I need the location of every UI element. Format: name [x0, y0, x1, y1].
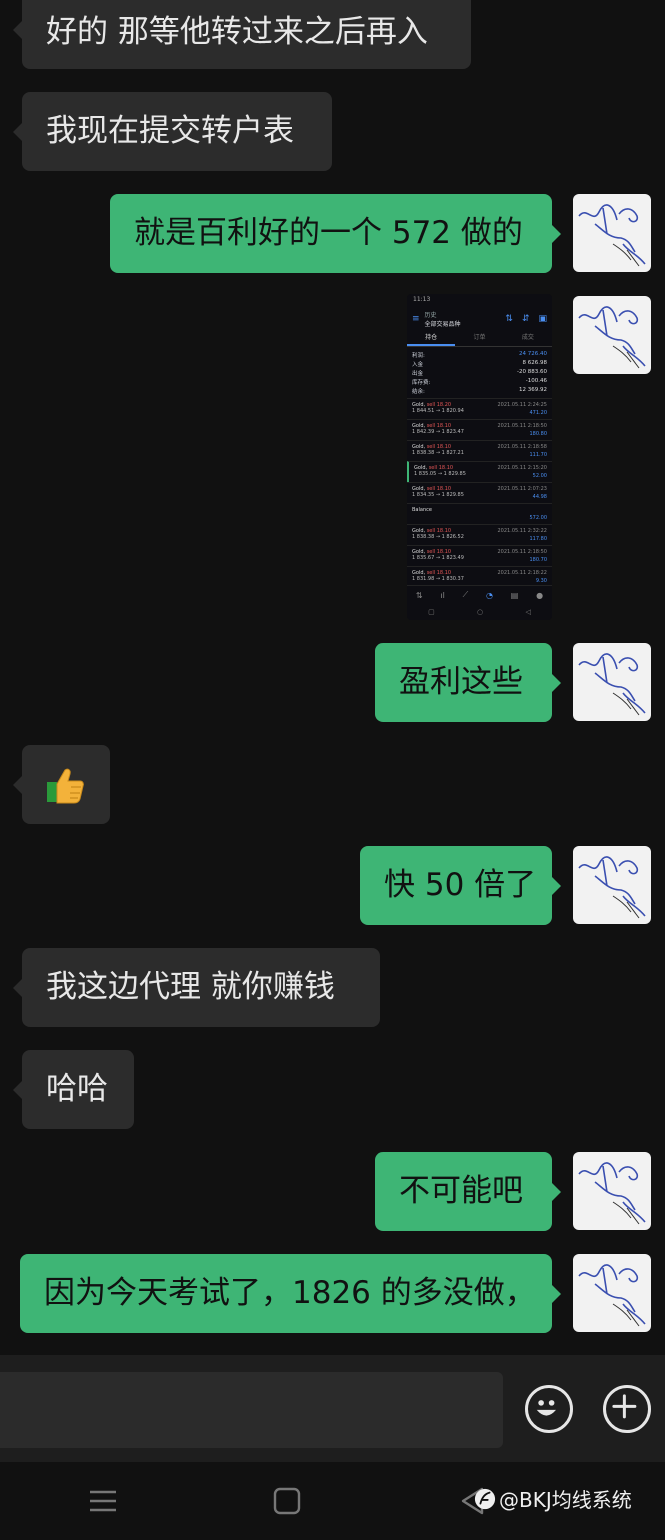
message-bubble-incoming[interactable]: 我现在提交转户表	[13, 92, 332, 171]
deal-row: Gold, sell 18.10 1 838.38 → 1 826.52 202…	[407, 524, 552, 545]
watermark: @BKJ均线系统	[474, 1484, 632, 1513]
deal-row: Gold, sell 18.10 1 834.35 → 1 829.85 202…	[407, 482, 552, 503]
user-avatar[interactable]	[573, 1152, 651, 1230]
deal-row: Gold, sell 18.20 1 844.51 → 1 820.94 202…	[407, 398, 552, 419]
deal-row: Gold, sell 18.10 1 838.38 → 1 827.21 202…	[407, 440, 552, 461]
signature-avatar-icon	[578, 1162, 646, 1225]
watermark-text: @BKJ均线系统	[499, 1488, 632, 1512]
deal-row: Gold, sell 18.10 1 835.67 → 1 823.49 202…	[407, 545, 552, 566]
deal-row: Gold, sell 18.10 1 831.98 → 1 830.37 202…	[407, 566, 552, 587]
signature-avatar-icon	[578, 856, 646, 919]
message-text: 不可能吧	[399, 1173, 523, 1209]
status-bar: 11:13	[413, 296, 431, 303]
screenshot-system-nav: ▢ ○ ◁	[428, 608, 531, 616]
user-avatar[interactable]	[573, 296, 651, 374]
user-avatar[interactable]	[573, 1254, 651, 1332]
message-bubble-outgoing[interactable]: 不可能吧	[375, 1152, 561, 1231]
thumbs-up-icon	[45, 766, 85, 806]
message-text: 就是百利好的一个 572 做的	[134, 215, 523, 251]
user-avatar[interactable]	[573, 194, 651, 272]
screenshot-tabs: 持仓 订单 成交	[407, 332, 552, 347]
plus-icon	[612, 1394, 637, 1419]
message-input[interactable]	[0, 1372, 503, 1448]
message-text: 因为今天考试了，1826 的多没做，	[44, 1275, 536, 1311]
deal-row: Balance 572.00	[407, 503, 552, 524]
message-bubble-incoming[interactable]: 我这边代理 就你赚钱	[13, 948, 380, 1027]
message-bubble-incoming[interactable]: 哈哈	[13, 1050, 134, 1129]
message-text: 我现在提交转户表	[46, 113, 294, 149]
signature-avatar-icon	[578, 204, 646, 267]
message-text: 我这边代理 就你赚钱	[46, 969, 335, 1005]
message-bubble-outgoing[interactable]: 就是百利好的一个 572 做的	[110, 194, 561, 273]
message-text: 好的 那等他转过来之后再入	[46, 14, 428, 50]
message-text: 盈利这些	[399, 664, 523, 700]
message-text: 哈哈	[46, 1071, 108, 1107]
trade-history-screenshot[interactable]: 11:13 ≡ 历史 全部交易品种 ⇅ ⇵ ▣ 持仓 订单 成交 利润: 24 726…	[407, 294, 552, 620]
message-bubble-outgoing[interactable]: 盈利这些	[375, 643, 561, 722]
message-text: 快 50 倍了	[384, 867, 537, 903]
message-bubble-outgoing[interactable]: 快 50 倍了	[360, 846, 561, 925]
summary-block: 利润: 24 726.40 入金 8 626.98 出金 -20 883.60 库存费…	[412, 351, 547, 395]
deal-row: Gold, sell 18.10 1 835.05 → 1 829.85 202…	[407, 461, 552, 482]
screenshot-app-nav: ⇅ ıl ⟋ ◔ ▤ ●	[407, 585, 552, 604]
message-bubble-outgoing[interactable]: 因为今天考试了，1826 的多没做，	[20, 1254, 561, 1333]
signature-avatar-icon	[578, 653, 646, 716]
signature-avatar-icon	[578, 1264, 646, 1327]
smiley-icon	[536, 1400, 556, 1416]
screenshot-header: ≡ 历史 全部交易品种 ⇅ ⇵ ▣	[412, 312, 547, 328]
deal-row: Gold, sell 18.10 1 842.39 → 1 823.47 202…	[407, 419, 552, 440]
user-avatar[interactable]	[573, 846, 651, 924]
emoji-button[interactable]	[525, 1385, 573, 1433]
signature-avatar-icon	[578, 306, 646, 369]
home-icon[interactable]	[272, 1486, 302, 1516]
plus-button[interactable]	[603, 1385, 651, 1433]
message-bubble-incoming[interactable]: 好的 那等他转过来之后再入	[13, 0, 471, 69]
user-avatar[interactable]	[573, 643, 651, 721]
menu-icon[interactable]	[88, 1486, 118, 1516]
watermark-logo-icon	[474, 1488, 496, 1509]
